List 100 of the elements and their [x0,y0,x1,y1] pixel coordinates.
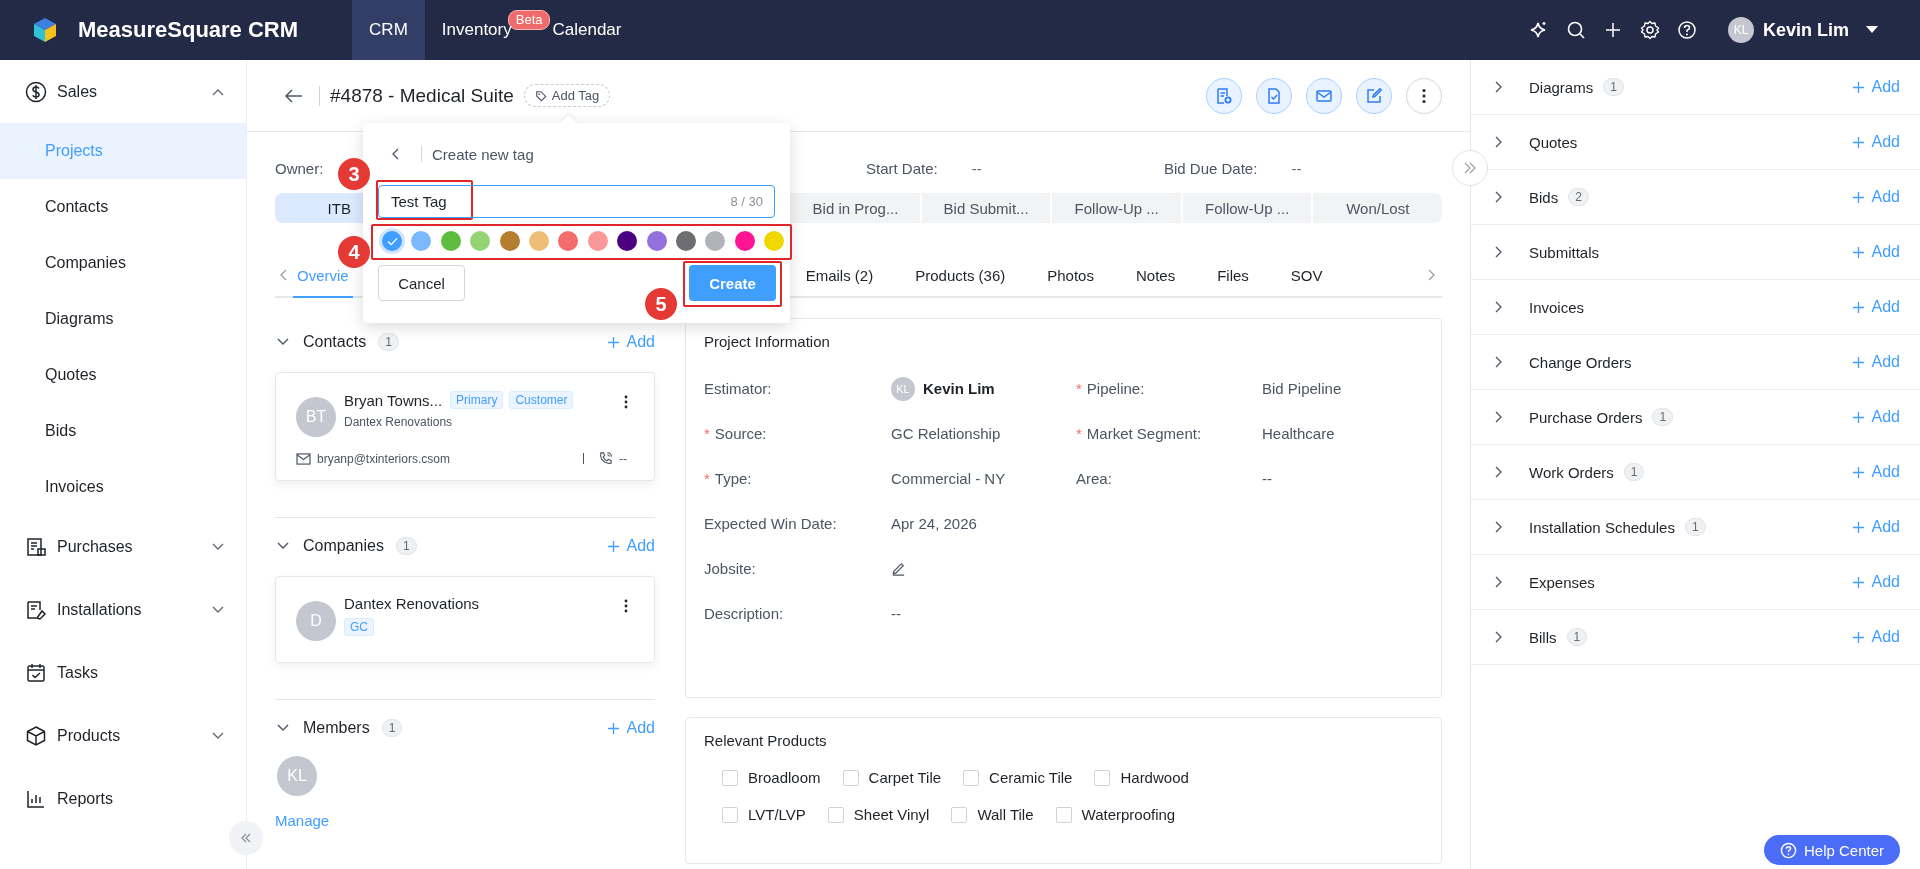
document-add-button[interactable] [1206,77,1242,114]
color-swatch[interactable] [764,231,785,251]
pipeline-stage[interactable]: Bid Submit... [921,193,1053,223]
expand-chevron-icon [1495,356,1503,368]
color-swatch[interactable] [617,231,638,251]
color-swatch[interactable] [675,231,696,251]
project-title: #4878 - Medical Suite [330,84,514,107]
sidebar-item[interactable]: Companies [0,235,246,291]
sidebar-item[interactable]: Diagrams [0,291,246,347]
help-icon[interactable] [1676,20,1697,40]
sidebar-group[interactable]: Purchases [0,515,246,578]
sidebar-item[interactable]: Invoices [0,459,246,515]
settings-icon[interactable] [1639,20,1660,40]
pipeline-stage[interactable]: Follow-Up ... [1052,193,1183,223]
pipeline-stage[interactable]: Follow-Up ... [1182,193,1314,223]
color-swatch[interactable] [382,231,402,251]
sidebar-group[interactable]: Reports [0,767,246,830]
sparkle-icon[interactable] [1528,20,1549,40]
product-checkbox[interactable]: Carpet Tile [842,769,942,786]
field-label: * Type: [704,470,753,487]
tab[interactable]: Products (36) [894,254,1027,298]
product-checkbox[interactable]: Wall Tile [951,806,1034,823]
related-section-row[interactable]: Installation Schedules 1 Add [1471,500,1920,555]
more-options-button[interactable] [1406,77,1442,114]
nav-tab[interactable]: Calendar [552,0,639,60]
chevron-icon [212,87,224,96]
related-section-row[interactable]: Bids 2 Add [1471,170,1920,225]
color-swatch[interactable] [411,231,432,251]
product-checkbox[interactable]: LVT/LVP [722,806,806,823]
tab[interactable]: SOV [1269,254,1344,298]
related-section-row[interactable]: Diagrams 1 Add [1471,60,1920,115]
more-icon[interactable] [624,599,628,613]
count-badge: 1 [1684,518,1706,536]
sidebar-item[interactable]: Bids [0,403,246,459]
expand-chevron-icon [1495,576,1503,588]
help-center-button[interactable]: Help Center [1763,835,1900,865]
sidebar-item[interactable]: Contacts [0,179,246,235]
edit-icon[interactable] [891,561,906,576]
sidebar-group[interactable]: Products [0,704,246,767]
color-swatch[interactable] [440,231,461,251]
color-swatch[interactable] [587,231,608,251]
cancel-button[interactable]: Cancel [378,265,465,301]
tab[interactable]: Files [1196,254,1270,298]
contact-card[interactable]: D Dantex Renovations GC [275,576,655,663]
document-check-button[interactable] [1256,77,1292,114]
related-section-row[interactable]: Work Orders 1 Add [1471,445,1920,500]
add-tag-button[interactable]: Add Tag [523,84,611,107]
tab[interactable]: Photos [1026,254,1115,298]
edit-button[interactable] [1356,77,1392,114]
sidebar-section-icon [25,80,47,103]
plus-icon [1851,245,1865,259]
color-swatch[interactable] [646,231,667,251]
related-section-row[interactable]: Invoices Add [1471,280,1920,335]
product-checkbox[interactable]: Ceramic Tile [963,769,1073,786]
app-brand-name: MeasureSquare CRM [78,17,299,43]
back-arrow-icon[interactable] [285,88,303,103]
color-swatch[interactable] [705,231,726,251]
scroll-right-icon[interactable] [1428,269,1436,281]
nav-tab[interactable]: CRM [352,0,425,60]
product-checkbox[interactable]: Broadloom [722,769,821,786]
collapse-chevron-icon[interactable] [277,338,289,346]
sidebar-group[interactable]: Sales [0,60,246,123]
related-section-row[interactable]: Expenses Add [1471,555,1920,610]
related-section-row[interactable]: Quotes Add [1471,115,1920,170]
related-section-row[interactable]: Change Orders Add [1471,335,1920,390]
color-swatch[interactable] [528,231,549,251]
scroll-left-icon[interactable] [279,269,287,281]
phone-number: -- [619,451,627,466]
contact-card[interactable]: BT Bryan Towns... Primary Customer Dantex Renovations bryanp@txinteriors.csom -- [275,372,655,481]
color-swatch[interactable] [558,231,579,251]
section-title: Expenses [1529,573,1595,591]
sidebar-section-icon [25,598,47,621]
email-button[interactable] [1306,77,1342,114]
field-value: -- [1262,470,1272,487]
color-swatch[interactable] [734,231,755,251]
collapse-chevron-icon[interactable] [277,542,289,550]
field-value: -- [891,605,901,622]
caret-icon[interactable] [1866,26,1878,34]
step-number-marker: 5 [645,288,677,320]
related-section-row[interactable]: Submittals Add [1471,225,1920,280]
user-name[interactable]: Kevin Lim [1762,19,1849,41]
field-label: Owner: [275,159,324,177]
color-swatch[interactable] [470,231,491,251]
sidebar-item[interactable]: Quotes [0,347,246,403]
expand-chevron-icon [1495,191,1503,203]
product-checkbox[interactable]: Sheet Vinyl [827,806,930,823]
sidebar-group[interactable]: Tasks [0,641,246,704]
product-checkbox[interactable]: Hardwood [1094,769,1189,786]
search-icon[interactable] [1565,20,1586,40]
product-checkbox[interactable]: Waterproofing [1055,806,1176,823]
sidebar-group[interactable]: Installations [0,578,246,641]
more-icon[interactable] [624,395,628,409]
color-swatch[interactable] [499,231,520,251]
tag-icon [534,89,547,102]
back-chevron-icon[interactable] [391,148,399,160]
pipeline-stage[interactable]: Won/Lost [1313,193,1442,223]
related-section-row[interactable]: Bills 1 Add [1471,610,1920,665]
collapse-chevron-icon[interactable] [277,724,289,732]
related-section-row[interactable]: Purchase Orders 1 Add [1471,390,1920,445]
tab[interactable]: Notes [1114,254,1197,298]
